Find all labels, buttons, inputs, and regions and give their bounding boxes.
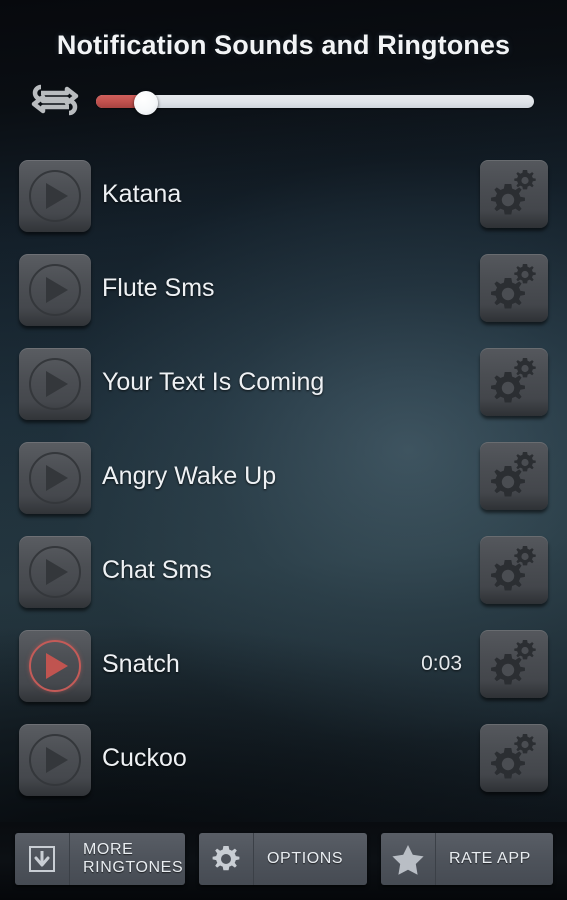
list-item[interactable]: Cuckoo bbox=[0, 718, 567, 798]
download-box-icon bbox=[15, 833, 70, 885]
list-item[interactable]: Your Text Is Coming bbox=[0, 342, 567, 422]
gears-glyph bbox=[491, 640, 536, 685]
ringtone-name: Your Text Is Coming bbox=[102, 368, 325, 396]
ringtone-name: Cuckoo bbox=[102, 744, 187, 772]
gears-icon[interactable] bbox=[480, 160, 548, 228]
play-triangle bbox=[46, 465, 68, 491]
play-icon[interactable] bbox=[19, 442, 91, 514]
star-icon bbox=[381, 833, 436, 885]
page-title: Notification Sounds and Ringtones bbox=[56, 30, 511, 60]
play-triangle bbox=[46, 653, 68, 679]
list-item[interactable]: Chat Sms bbox=[0, 530, 567, 610]
more-ringtones-label: MORE RINGTONES bbox=[70, 841, 183, 877]
gears-glyph bbox=[491, 546, 536, 591]
list-item[interactable]: Snatch 0:03 bbox=[0, 624, 567, 704]
gears-icon[interactable] bbox=[480, 724, 548, 792]
play-icon[interactable] bbox=[19, 536, 91, 608]
rate-app-button[interactable]: RATE APP bbox=[381, 833, 553, 885]
more-ringtones-button[interactable]: MORE RINGTONES bbox=[15, 833, 185, 885]
list-item[interactable]: Katana bbox=[0, 154, 567, 234]
more-ringtones-line1: MORE bbox=[83, 841, 134, 858]
play-triangle bbox=[46, 371, 68, 397]
gears-glyph bbox=[491, 734, 536, 779]
ringtone-name: Snatch bbox=[102, 650, 180, 678]
gears-glyph bbox=[491, 358, 536, 403]
ringtone-name: Angry Wake Up bbox=[102, 462, 277, 490]
volume-slider[interactable] bbox=[96, 91, 536, 115]
play-icon[interactable] bbox=[19, 160, 91, 232]
gear-icon bbox=[199, 833, 254, 885]
header: Notification Sounds and Ringtones bbox=[0, 0, 567, 140]
ringtone-list: Katana Flute Sms Your Text Is Coming Ang… bbox=[0, 150, 567, 822]
ringtone-name: Katana bbox=[102, 180, 182, 208]
options-button[interactable]: OPTIONS bbox=[199, 833, 367, 885]
repeat-loop-icon[interactable] bbox=[27, 83, 83, 117]
repeat-loop-glyph bbox=[31, 84, 79, 116]
play-triangle bbox=[46, 747, 68, 773]
play-triangle bbox=[46, 183, 68, 209]
play-triangle bbox=[46, 277, 68, 303]
rate-app-label: RATE APP bbox=[449, 850, 531, 867]
ringtone-name: Flute Sms bbox=[102, 274, 215, 302]
duration-label: 0:03 bbox=[421, 652, 462, 675]
slider-track[interactable] bbox=[96, 95, 534, 108]
gears-glyph bbox=[491, 170, 536, 215]
app-screen: Notification Sounds and Ringtones Katana… bbox=[0, 0, 567, 900]
bottom-toolbar: MORE RINGTONES OPTIONS RATE APP bbox=[0, 822, 567, 900]
play-icon[interactable] bbox=[19, 630, 91, 702]
play-triangle bbox=[46, 559, 68, 585]
play-icon[interactable] bbox=[19, 724, 91, 796]
gears-icon[interactable] bbox=[480, 254, 548, 322]
gears-icon[interactable] bbox=[480, 630, 548, 698]
ringtone-name: Chat Sms bbox=[102, 556, 212, 584]
more-ringtones-line2: RINGTONES bbox=[83, 859, 184, 876]
gears-icon[interactable] bbox=[480, 348, 548, 416]
gears-glyph bbox=[491, 264, 536, 309]
play-icon[interactable] bbox=[19, 348, 91, 420]
gears-glyph bbox=[491, 452, 536, 497]
list-item[interactable]: Angry Wake Up bbox=[0, 436, 567, 516]
gears-icon[interactable] bbox=[480, 536, 548, 604]
play-icon[interactable] bbox=[19, 254, 91, 326]
slider-thumb[interactable] bbox=[134, 91, 158, 115]
options-label: OPTIONS bbox=[267, 850, 344, 867]
list-item[interactable]: Flute Sms bbox=[0, 248, 567, 328]
gears-icon[interactable] bbox=[480, 442, 548, 510]
